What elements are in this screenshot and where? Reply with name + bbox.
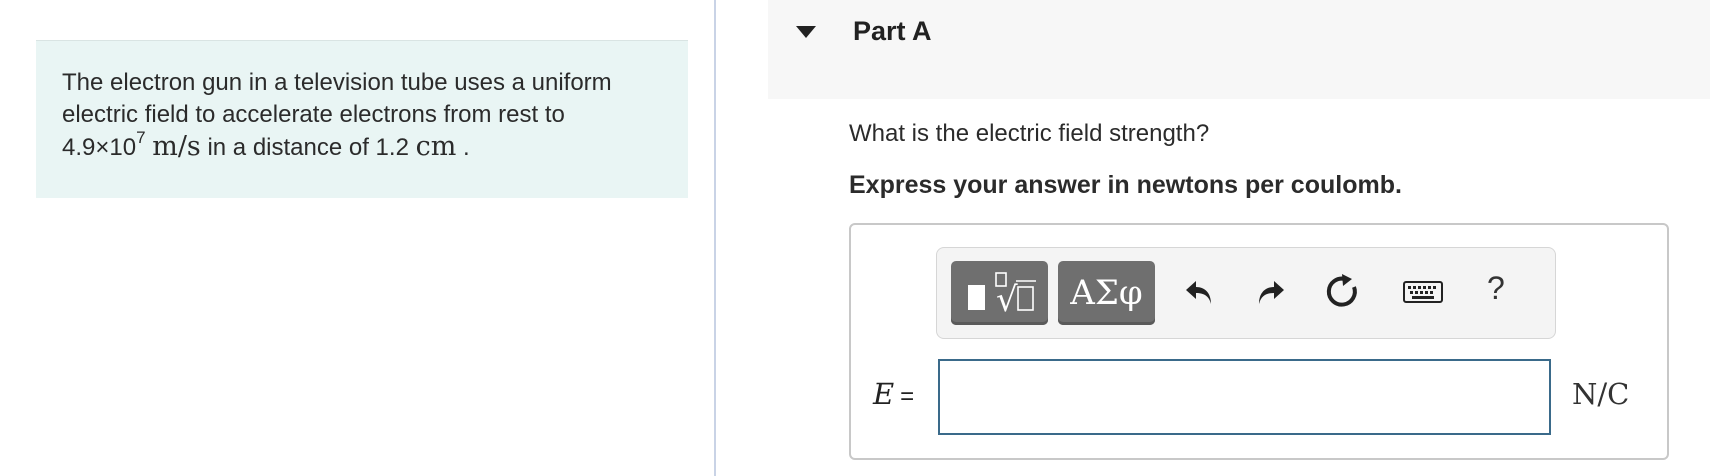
redo-icon[interactable] (1249, 268, 1293, 316)
collapse-caret-icon[interactable] (796, 26, 816, 38)
templates-button[interactable]: √ (951, 261, 1048, 325)
symbols-button[interactable]: ΑΣφ (1058, 261, 1155, 325)
answer-variable: E (873, 377, 895, 411)
speed-exponent: 7 (136, 128, 146, 147)
speed-mantissa: 4.9×10 (62, 134, 137, 161)
reset-icon[interactable] (1321, 268, 1365, 316)
problem-statement: The electron gun in a television tube us… (36, 40, 688, 198)
column-divider (714, 0, 716, 476)
problem-line-3: 4.9×107 m/s in a distance of 1.2 cm . (62, 128, 662, 166)
instruction-text: Express your answer in newtons per coulo… (849, 171, 1402, 199)
svg-text:√: √ (996, 280, 1018, 317)
part-title: Part A (853, 16, 932, 46)
answer-unit: N/C (1572, 377, 1630, 411)
keyboard-icon[interactable] (1401, 268, 1445, 316)
distance-unit: cm (415, 131, 457, 162)
part-header[interactable]: Part A (768, 0, 1710, 99)
problem-line-2: electric field to accelerate electrons f… (62, 101, 565, 128)
templates-icon: √ (967, 272, 1036, 317)
answer-label: E = (873, 377, 914, 411)
equals-sign: = (900, 383, 915, 410)
answer-input[interactable] (938, 359, 1551, 435)
problem-line-1: The electron gun in a television tube us… (62, 69, 612, 96)
question-text: What is the electric field strength? (849, 120, 1210, 147)
answer-card: √ ΑΣφ ? E = N/C (849, 223, 1669, 460)
distance-text: in a distance of 1.2 (207, 134, 409, 161)
math-toolbar: √ ΑΣφ ? (936, 247, 1556, 339)
help-button[interactable]: ? (1487, 270, 1505, 307)
sentence-end: . (463, 134, 470, 161)
undo-icon[interactable] (1177, 268, 1221, 316)
speed-unit: m/s (152, 131, 201, 162)
